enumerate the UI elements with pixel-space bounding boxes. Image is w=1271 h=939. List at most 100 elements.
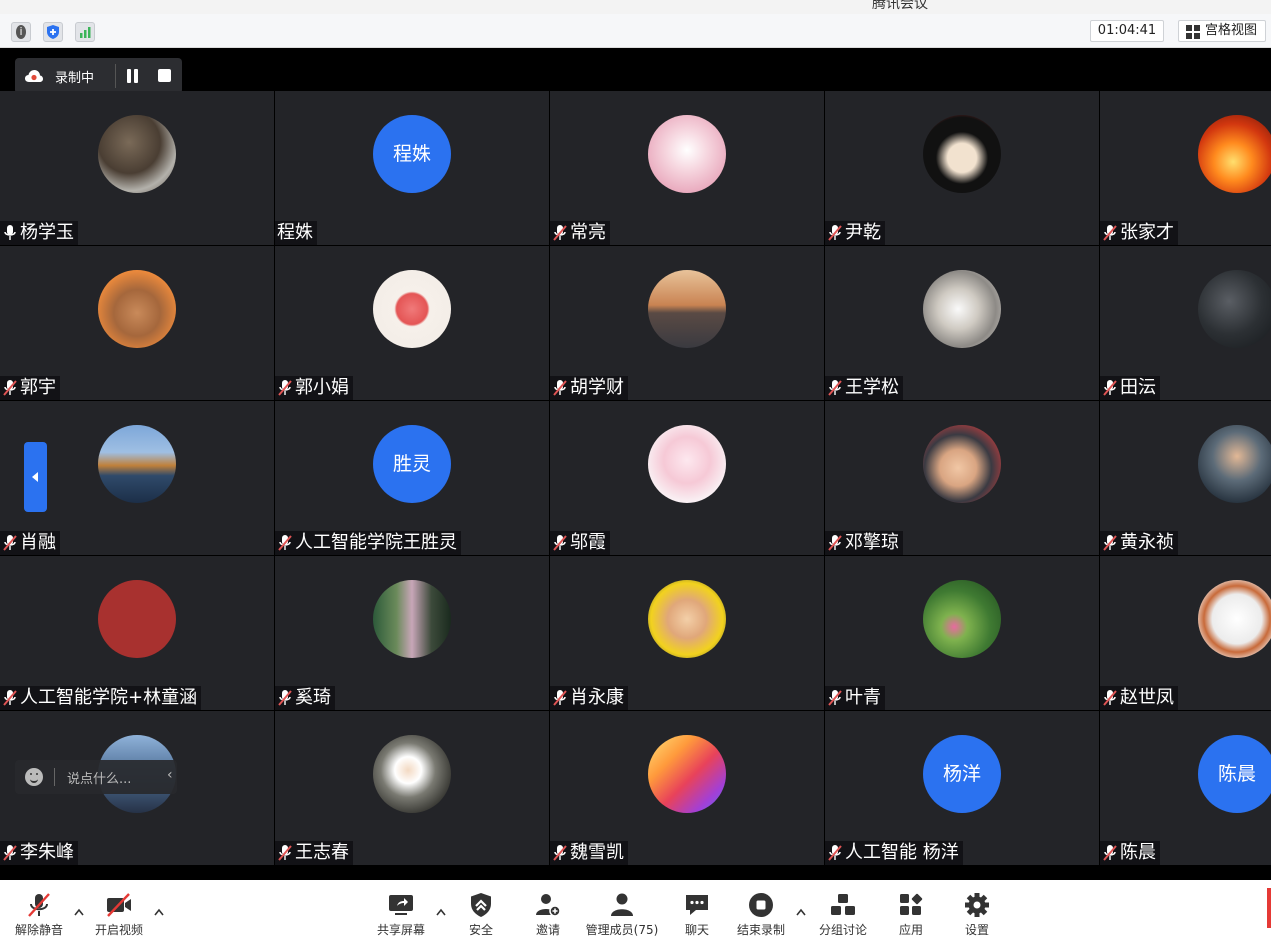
participant-tile[interactable]: 黄永祯 [1100, 401, 1271, 555]
participant-name: 王学松 [845, 377, 899, 398]
muted-microphone-icon [828, 690, 842, 706]
info-icon[interactable]: i [11, 22, 31, 42]
avatar [648, 735, 726, 813]
chevron-up-icon[interactable] [154, 908, 164, 916]
muted-microphone-icon [28, 893, 50, 917]
manage-members-label: 管理成员(75) [585, 923, 659, 937]
participant-name: 李朱峰 [20, 842, 74, 863]
participant-name: 郭宇 [20, 377, 56, 398]
participant-tile[interactable]: 杨洋 人工智能 杨洋 [825, 711, 1099, 865]
participant-tile[interactable]: 王学松 [825, 246, 1099, 400]
end-recording-button[interactable]: 结束录制 [732, 880, 790, 939]
participant-name: 杨学玉 [20, 222, 74, 243]
participant-tile[interactable]: 邓擎琼 [825, 401, 1099, 555]
security-button[interactable]: 安全 [456, 880, 506, 939]
participant-name-plate: 魏雪凯 [550, 841, 628, 865]
participant-tile[interactable]: 叶青 [825, 556, 1099, 710]
participant-name-plate: 肖融 [0, 531, 60, 555]
participant-tile[interactable]: 赵世凤 [1100, 556, 1271, 710]
participant-name-plate: 郭小娟 [275, 376, 353, 400]
avatar [1198, 425, 1271, 503]
apps-button[interactable]: 应用 [886, 880, 936, 939]
participant-tile[interactable]: 杨学玉 [0, 91, 274, 245]
participant-name: 叶青 [845, 687, 881, 708]
participant-name-plate: 王学松 [825, 376, 903, 400]
chevron-left-icon[interactable]: ‹ [167, 767, 173, 783]
invite-label: 邀请 [535, 923, 560, 937]
participant-tile[interactable]: 人工智能学院+林童涵 [0, 556, 274, 710]
participant-tile[interactable]: 王志春 [275, 711, 549, 865]
participant-tile[interactable]: 田沄 [1100, 246, 1271, 400]
chat-button[interactable]: 聊天 [672, 880, 722, 939]
participant-tile[interactable]: 常亮 [550, 91, 824, 245]
muted-microphone-icon [1103, 380, 1117, 396]
stop-recording-button[interactable] [156, 67, 174, 85]
breakout-rooms-button[interactable]: 分组讨论 [814, 880, 872, 939]
avatar [648, 580, 726, 658]
avatar [373, 580, 451, 658]
participant-tile[interactable]: 郭宇 [0, 246, 274, 400]
participant-name-plate: 程姝 [275, 221, 317, 245]
settings-label: 设置 [964, 923, 989, 937]
manage-members-button[interactable]: 管理成员(75) [584, 880, 660, 939]
grid-view-label: 宫格视图 [1205, 23, 1258, 38]
participant-tile[interactable]: 张家才 [1100, 91, 1271, 245]
avatar [648, 115, 726, 193]
unmute-button[interactable]: 解除静音 [10, 880, 68, 939]
participant-name: 邓擎琼 [845, 532, 899, 553]
muted-microphone-icon [828, 225, 842, 241]
avatar [923, 425, 1001, 503]
participant-tile[interactable]: 奚琦 [275, 556, 549, 710]
participant-tile[interactable]: 郭小娟 [275, 246, 549, 400]
avatar: 杨洋 [923, 735, 1001, 813]
breakout-label: 分组讨论 [818, 923, 867, 937]
avatar [648, 425, 726, 503]
start-video-button[interactable]: 开启视频 [88, 880, 150, 939]
muted-microphone-icon [1103, 535, 1117, 551]
avatar [98, 425, 176, 503]
chevron-up-icon[interactable] [796, 908, 806, 916]
participant-name: 人工智能学院王胜灵 [295, 532, 457, 553]
participant-tile[interactable]: 胜灵 人工智能学院王胜灵 [275, 401, 549, 555]
pause-recording-button[interactable] [122, 66, 142, 86]
participant-tile[interactable]: 尹乾 [825, 91, 1099, 245]
signal-strength-icon[interactable] [75, 22, 95, 42]
participant-name-plate: 张家才 [1100, 221, 1178, 245]
participant-tile[interactable]: 肖永康 [550, 556, 824, 710]
participant-grid: 杨学玉 程姝 程姝 常亮 尹乾 张家才 郭宇 郭小娟 胡学财 王学松 田沄 肖融… [0, 91, 1271, 865]
video-off-icon [107, 893, 131, 917]
chevron-up-icon[interactable] [436, 908, 446, 916]
muted-microphone-icon [3, 690, 17, 706]
grid-view-icon [1186, 25, 1200, 39]
participant-name-plate: 胡学财 [550, 376, 628, 400]
muted-microphone-icon [3, 380, 17, 396]
participant-tile[interactable]: 邬霞 [550, 401, 824, 555]
settings-button[interactable]: 设置 [952, 880, 1002, 939]
avatar [98, 115, 176, 193]
participant-name-plate: 叶青 [825, 686, 885, 710]
participant-name: 肖永康 [570, 687, 624, 708]
emoji-icon[interactable] [25, 768, 43, 786]
quick-chat-input[interactable]: 说点什么... ‹ [15, 760, 177, 794]
security-shield-icon[interactable] [43, 22, 63, 42]
avatar: 胜灵 [373, 425, 451, 503]
window-titlebar: 腾讯会议 [0, 0, 1271, 14]
participant-tile[interactable]: 胡学财 [550, 246, 824, 400]
participant-tile[interactable]: 程姝 程姝 [275, 91, 549, 245]
muted-microphone-icon [278, 845, 292, 861]
avatar [1198, 115, 1271, 193]
participant-name-plate: 人工智能 杨洋 [825, 841, 963, 865]
collapse-panel-button[interactable] [24, 442, 47, 512]
participant-tile[interactable]: 魏雪凯 [550, 711, 824, 865]
participant-name: 邬霞 [570, 532, 606, 553]
avatar [648, 270, 726, 348]
grid-view-button[interactable]: 宫格视图 [1178, 20, 1266, 42]
invite-button[interactable]: 邀请 [522, 880, 574, 939]
avatar [923, 270, 1001, 348]
participant-name-plate: 李朱峰 [0, 841, 78, 865]
meeting-toolbar: 解除静音 开启视频 共享屏幕 安全 邀请 管理成员(75) 聊天 结束录制 分组… [0, 880, 1271, 939]
participant-tile[interactable]: 陈晨 陈晨 [1100, 711, 1271, 865]
participant-name: 人工智能学院+林童涵 [20, 687, 198, 708]
chevron-up-icon[interactable] [74, 908, 84, 916]
share-screen-button[interactable]: 共享屏幕 [372, 880, 430, 939]
